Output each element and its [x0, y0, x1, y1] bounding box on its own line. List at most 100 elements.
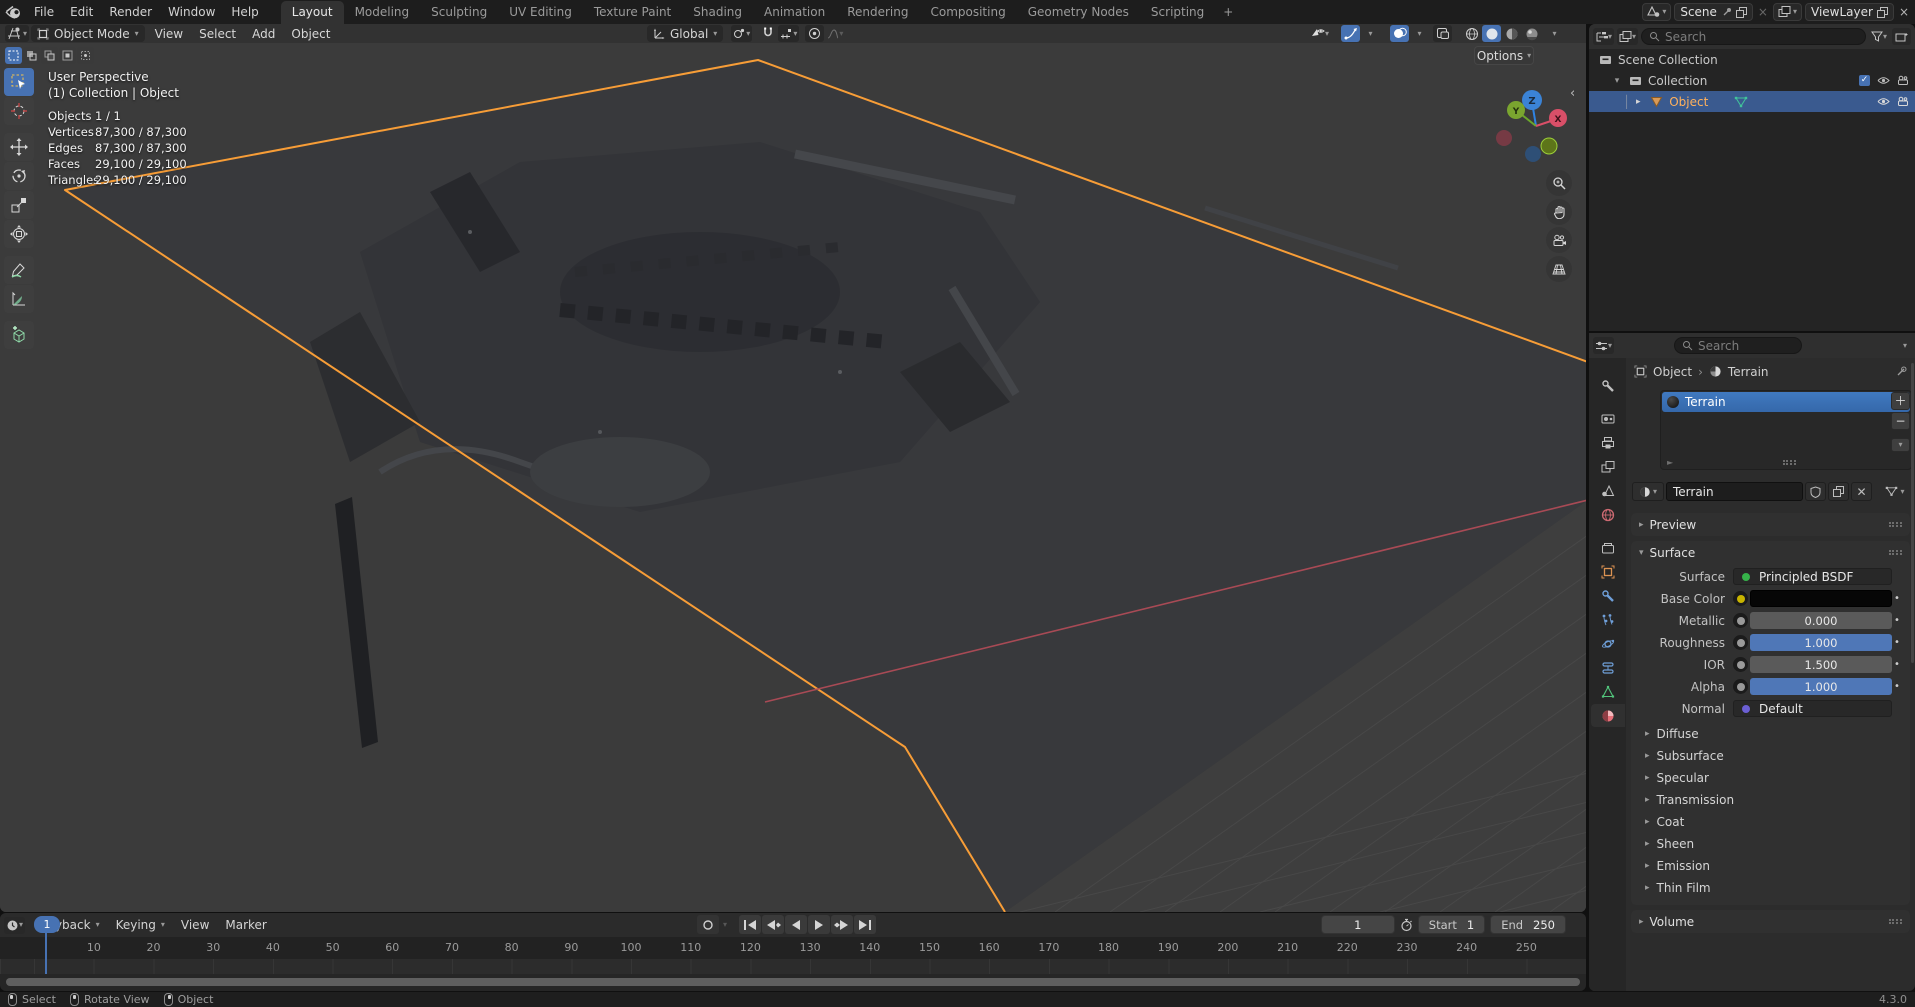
tab-render[interactable]	[1593, 407, 1623, 430]
tab-modifiers[interactable]	[1593, 584, 1623, 607]
roughness-slider[interactable]: 1.000	[1750, 634, 1892, 651]
mode-dropdown[interactable]: Object Mode ▾	[31, 25, 145, 42]
selectable-checkbox[interactable]: ✓	[1859, 75, 1870, 86]
select-mode-subtract[interactable]	[41, 47, 58, 64]
roughness-socket[interactable]	[1733, 635, 1748, 650]
current-frame-indicator[interactable]: 1	[34, 916, 60, 933]
camera-view-button[interactable]	[1546, 227, 1572, 253]
scene-browse-button[interactable]: ▾	[1642, 3, 1671, 21]
tool-move[interactable]	[4, 133, 34, 161]
options-dropdown[interactable]: Options▾	[1474, 46, 1534, 65]
timeline-scrollbar[interactable]	[6, 978, 1580, 986]
proportional-editing-toggle[interactable]	[805, 25, 824, 42]
surface-subpanel[interactable]: ▸ Emission	[1631, 855, 1910, 877]
topbar-menu-item[interactable]: File	[26, 0, 62, 24]
material-slot-selected[interactable]: Terrain	[1662, 392, 1910, 412]
current-frame-field[interactable]: 1	[1321, 915, 1395, 934]
jump-to-start-button[interactable]	[739, 915, 761, 934]
slot-list-expand-icon[interactable]: ►	[1667, 458, 1673, 467]
select-mode-intersect[interactable]	[77, 47, 94, 64]
surface-subpanel[interactable]: ▸ Specular	[1631, 767, 1910, 789]
unlink-material-button[interactable]: ✕	[1851, 482, 1872, 501]
properties-options-dropdown[interactable]: ▾	[1903, 342, 1907, 350]
timeline-menu-item[interactable]: Marker	[217, 918, 274, 932]
sidebar-collapse-arrow[interactable]: ‹	[1570, 86, 1575, 101]
timeline-track[interactable]	[0, 959, 1586, 974]
material-specials-dropdown[interactable]: ▾	[1880, 482, 1910, 501]
3d-viewport[interactable]: ▾ Object Mode ▾ ViewSelectAddObject Glob…	[0, 24, 1586, 912]
workspace-tab[interactable]: Animation	[753, 1, 836, 24]
animate-dot[interactable]: •	[1892, 615, 1902, 626]
shading-wireframe-button[interactable]	[1462, 25, 1481, 42]
pivot-point-dropdown[interactable]: ▾	[731, 25, 752, 42]
tool-add-cube[interactable]	[4, 321, 34, 349]
play-reverse-button[interactable]	[785, 915, 807, 934]
surface-subpanel[interactable]: ▸ Diffuse	[1631, 723, 1910, 745]
select-mode-invert[interactable]	[59, 47, 76, 64]
shading-rendered-button[interactable]	[1522, 25, 1541, 42]
base-color-socket[interactable]	[1733, 591, 1748, 606]
tab-collection[interactable]	[1593, 536, 1623, 559]
outliner-filter-dropdown[interactable]: ▾	[1869, 28, 1889, 45]
properties-editor-type-button[interactable]: ▾	[1593, 337, 1614, 354]
base-color-swatch[interactable]	[1750, 590, 1892, 607]
hide-eye-icon[interactable]	[1877, 76, 1890, 85]
new-viewlayer-icon[interactable]	[1877, 7, 1888, 18]
tab-output[interactable]	[1593, 431, 1623, 454]
outliner-search-input[interactable]: Search	[1641, 28, 1866, 45]
surface-shader-dropdown[interactable]: Principled BSDF	[1733, 568, 1892, 585]
viewlayer-name-field[interactable]: ViewLayer	[1805, 3, 1894, 21]
tab-constraints[interactable]	[1593, 656, 1623, 679]
timeline-editor-type-button[interactable]: ▾	[4, 917, 25, 934]
viewlayer-browse-button[interactable]: ▾	[1773, 3, 1802, 21]
expand-arrow-icon[interactable]: ▾	[1611, 76, 1623, 86]
panel-grip[interactable]	[1889, 522, 1902, 527]
outliner-row-scene-collection[interactable]: Scene Collection	[1589, 49, 1915, 70]
alpha-slider[interactable]: 1.000	[1750, 678, 1892, 695]
animate-dot[interactable]: •	[1892, 659, 1902, 670]
auto-keying-toggle[interactable]	[697, 915, 719, 934]
show-gizmo-toggle[interactable]	[1341, 25, 1360, 42]
tab-object-data[interactable]	[1593, 680, 1623, 703]
tab-material[interactable]	[1591, 704, 1625, 727]
panel-grip[interactable]	[1889, 919, 1902, 924]
shading-settings-dropdown[interactable]: ▾	[1545, 25, 1564, 42]
tab-object[interactable]	[1593, 560, 1623, 583]
volume-panel[interactable]: ▸ Volume	[1631, 910, 1910, 933]
transform-orientation-dropdown[interactable]: Global ▾	[647, 25, 723, 42]
pin-icon[interactable]	[1721, 7, 1732, 18]
start-frame-field[interactable]: Start1	[1418, 915, 1485, 934]
timeline-ruler[interactable]: 1020304050607080901001101201301401501601…	[0, 937, 1586, 959]
copy-material-button[interactable]	[1828, 482, 1849, 501]
axis-negative-x[interactable]	[1496, 130, 1512, 146]
outliner-row-collection[interactable]: ▾ Collection ✓	[1589, 70, 1915, 91]
axis-negative-y[interactable]	[1541, 138, 1557, 154]
preview-panel[interactable]: ▸ Preview	[1631, 513, 1910, 536]
workspace-tab[interactable]: Compositing	[919, 1, 1016, 24]
viewport-menu-item[interactable]: Object	[283, 27, 338, 41]
slot-specials-dropdown[interactable]: ▾	[1891, 438, 1910, 452]
viewport-canvas[interactable]	[0, 42, 1586, 912]
ior-slider[interactable]: 1.500	[1750, 656, 1892, 673]
tool-cursor[interactable]	[4, 97, 34, 125]
properties-search-input[interactable]: Search	[1674, 337, 1802, 354]
workspace-tab[interactable]: Geometry Nodes	[1017, 1, 1140, 24]
tab-view-layer[interactable]	[1593, 455, 1623, 478]
timeline-menu-dropdown[interactable]: Keying▾	[108, 918, 173, 932]
topbar-menu-item[interactable]: Edit	[62, 0, 101, 24]
jump-to-end-button[interactable]	[854, 915, 876, 934]
ior-socket[interactable]	[1733, 657, 1748, 672]
gizmo-settings-dropdown[interactable]: ▾	[1361, 25, 1380, 42]
editor-type-button[interactable]: ▾	[5, 25, 29, 42]
viewport-menu-item[interactable]: View	[147, 27, 191, 41]
topbar-menu-item[interactable]: Help	[223, 0, 266, 24]
scene-name-field[interactable]: Scene	[1674, 3, 1753, 21]
snap-settings-dropdown[interactable]: ▾	[778, 25, 799, 42]
expand-arrow-icon[interactable]: ▸	[1632, 97, 1644, 107]
blender-menu[interactable]	[0, 0, 26, 24]
add-workspace-button[interactable]: +	[1215, 1, 1241, 24]
pin-icon[interactable]	[1895, 366, 1907, 378]
alpha-socket[interactable]	[1733, 679, 1748, 694]
pan-button[interactable]	[1546, 199, 1572, 225]
outliner-editor-type-button[interactable]: ▾	[1593, 28, 1614, 45]
